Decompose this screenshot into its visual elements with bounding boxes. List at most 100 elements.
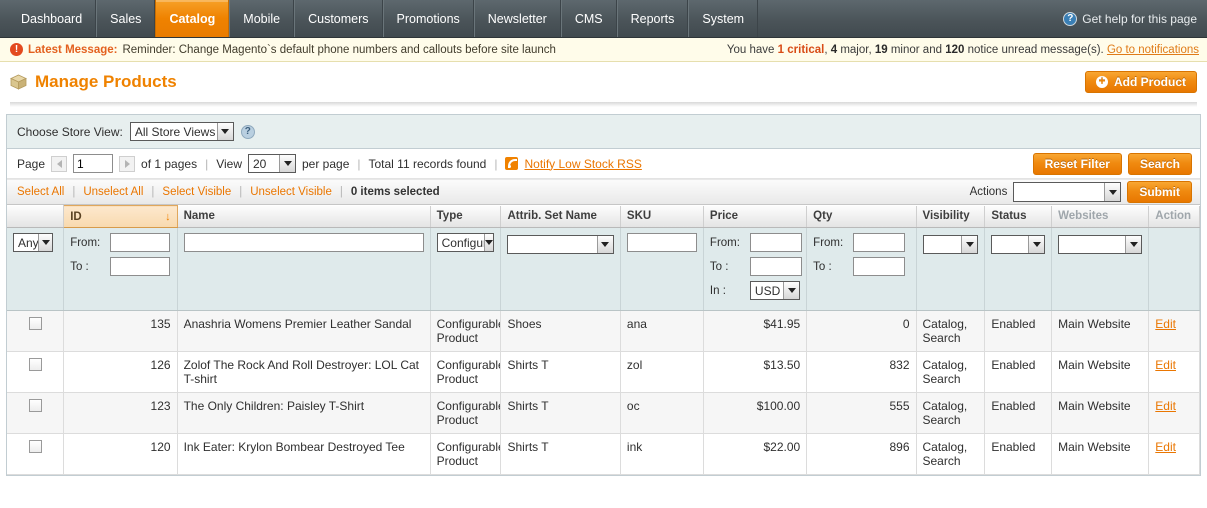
cell-value-price: $13.50: [763, 358, 801, 372]
column-header-label-qty: Qty: [813, 210, 833, 223]
items-selected-count: 0 items selected: [350, 186, 440, 198]
submit-button[interactable]: Submit: [1127, 181, 1192, 203]
actions-select[interactable]: [1013, 182, 1122, 202]
column-header-attrib_set[interactable]: Attrib. Set Name: [500, 205, 621, 228]
per-page-select[interactable]: 20: [248, 154, 296, 173]
next-page-button[interactable]: [119, 155, 136, 172]
row-checkbox[interactable]: [28, 317, 42, 330]
chevron-down-icon: [961, 235, 978, 253]
nav-item-system[interactable]: System: [688, 0, 759, 37]
status-filter-select[interactable]: [991, 234, 1046, 254]
nav-item-catalog[interactable]: Catalog: [155, 0, 230, 37]
qty-to-input[interactable]: [853, 257, 906, 276]
search-button[interactable]: Search: [1127, 152, 1192, 175]
get-help-link[interactable]: ? Get help for this page: [1063, 0, 1207, 37]
visibility-filter-select[interactable]: [922, 234, 979, 254]
rss-icon: [505, 157, 519, 170]
column-header-status[interactable]: Status: [984, 205, 1053, 228]
cell-value-name: Ink Eater: Krylon Bombear Destroyed Tee: [183, 440, 405, 454]
select-all-link[interactable]: Select All: [17, 186, 64, 198]
attrib-set-filter-select[interactable]: [507, 234, 614, 254]
unselect-visible-link[interactable]: Unselect Visible: [250, 186, 332, 198]
nav-item-customers[interactable]: Customers: [294, 0, 383, 37]
nav-item-promotions[interactable]: Promotions: [382, 0, 474, 37]
id-to-input[interactable]: [110, 257, 171, 276]
plus-circle-icon: +: [1096, 75, 1108, 88]
column-header-price[interactable]: Price: [703, 205, 808, 228]
sel-divider-3: |: [239, 186, 243, 198]
reset-filter-button[interactable]: Reset Filter: [1032, 152, 1122, 175]
nav-item-mobile[interactable]: Mobile: [229, 0, 295, 37]
type-filter-select[interactable]: Configurable Product: [436, 233, 495, 252]
nav-item-cms[interactable]: CMS: [560, 0, 617, 37]
cell-value-websites: Main Website: [1058, 399, 1131, 413]
nav-item-reports[interactable]: Reports: [616, 0, 689, 37]
column-header-label-visibility: Visibility: [922, 210, 970, 223]
row-checkbox[interactable]: [28, 440, 42, 453]
cell-attrib_set: Shirts T: [500, 351, 621, 393]
checkbox-filter-select[interactable]: Any: [13, 233, 53, 252]
column-header-websites[interactable]: Websites: [1051, 205, 1150, 228]
cell-action[interactable]: Edit: [1148, 392, 1200, 434]
table-row[interactable]: 120 Ink Eater: Krylon Bombear Destroyed T…: [7, 433, 1200, 475]
go-to-notifications-link[interactable]: Go to notifications: [1107, 44, 1199, 56]
chevron-down-icon: [1028, 235, 1045, 253]
nav-item-dashboard[interactable]: Dashboard: [8, 0, 97, 37]
column-header-id[interactable]: ID ↓: [63, 205, 178, 228]
column-header-label-attrib_set: Attrib. Set Name: [507, 210, 597, 223]
table-row[interactable]: 135 Anashria Womens Premier Leather Sanda…: [7, 310, 1200, 352]
column-header-sku[interactable]: SKU: [620, 205, 704, 228]
unread-message-summary: You have 1 critical, 4 major, 19 minor a…: [727, 44, 1199, 56]
column-header-qty[interactable]: Qty: [806, 205, 917, 228]
table-row[interactable]: 123 The Only Children: Paisley T-Shirt Con…: [7, 392, 1200, 434]
price-to-input[interactable]: [749, 257, 802, 276]
column-header-name[interactable]: Name: [177, 205, 431, 228]
column-header-type[interactable]: Type: [430, 205, 502, 228]
id-from-input[interactable]: [110, 233, 171, 252]
get-help-label: Get help for this page: [1082, 11, 1197, 26]
edit-link[interactable]: Edit: [1155, 440, 1176, 454]
qty-from-input[interactable]: [853, 233, 906, 252]
price-currency-select[interactable]: USD: [749, 281, 801, 300]
row-checkbox[interactable]: [28, 358, 42, 371]
qty-to-label: To :: [813, 260, 832, 273]
column-header-action[interactable]: Action: [1148, 205, 1200, 228]
select-visible-link[interactable]: Select Visible: [162, 186, 231, 198]
column-header-visibility[interactable]: Visibility: [916, 205, 986, 228]
cell-visibility: Catalog, Search: [916, 392, 986, 434]
previous-page-button[interactable]: [51, 155, 68, 172]
page-number-input[interactable]: [73, 154, 114, 173]
notify-low-stock-rss-link[interactable]: Notify Low Stock RSS: [524, 157, 641, 171]
column-header-label-type: Type: [436, 210, 463, 223]
cell-qty: 555: [806, 392, 917, 434]
nav-item-sales[interactable]: Sales: [96, 0, 156, 37]
store-view-select[interactable]: All Store Views: [129, 122, 234, 141]
add-product-button[interactable]: + Add Product: [1085, 71, 1197, 93]
sku-filter-input[interactable]: [626, 233, 697, 252]
price-from-input[interactable]: [749, 233, 802, 252]
edit-link[interactable]: Edit: [1155, 399, 1176, 413]
cell-action[interactable]: Edit: [1148, 310, 1200, 352]
cell-action[interactable]: Edit: [1148, 351, 1200, 393]
unselect-all-link[interactable]: Unselect All: [83, 186, 143, 198]
cell-price: $100.00: [703, 392, 808, 434]
table-row[interactable]: 126 Zolof The Rock And Roll Destroyer: LO…: [7, 351, 1200, 393]
edit-link[interactable]: Edit: [1155, 358, 1176, 372]
pager-divider-2: |: [357, 156, 361, 171]
box-icon: [10, 74, 27, 90]
pager-divider-1: |: [205, 156, 209, 171]
cell-action[interactable]: Edit: [1148, 433, 1200, 475]
cell-value-websites: Main Website: [1058, 440, 1131, 454]
chevron-down-icon: [38, 234, 52, 251]
cell-visibility: Catalog, Search: [916, 310, 986, 352]
cell-value-websites: Main Website: [1058, 317, 1131, 331]
row-checkbox[interactable]: [28, 399, 42, 412]
filter-attrib-set-cell: [500, 227, 621, 311]
name-filter-input[interactable]: [183, 233, 424, 252]
nav-item-newsletter[interactable]: Newsletter: [473, 0, 561, 37]
store-view-help-icon[interactable]: ?: [240, 124, 255, 139]
page-header: Manage Products + Add Product: [0, 62, 1207, 102]
websites-filter-select[interactable]: [1058, 234, 1143, 254]
edit-link[interactable]: Edit: [1155, 317, 1176, 331]
chevron-down-icon: [279, 155, 295, 172]
